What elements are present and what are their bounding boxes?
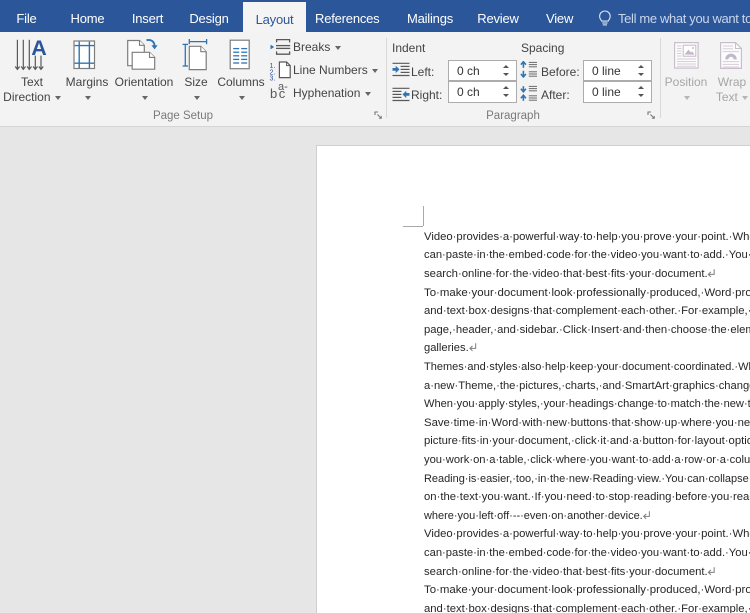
svg-text:A: A bbox=[31, 37, 47, 60]
